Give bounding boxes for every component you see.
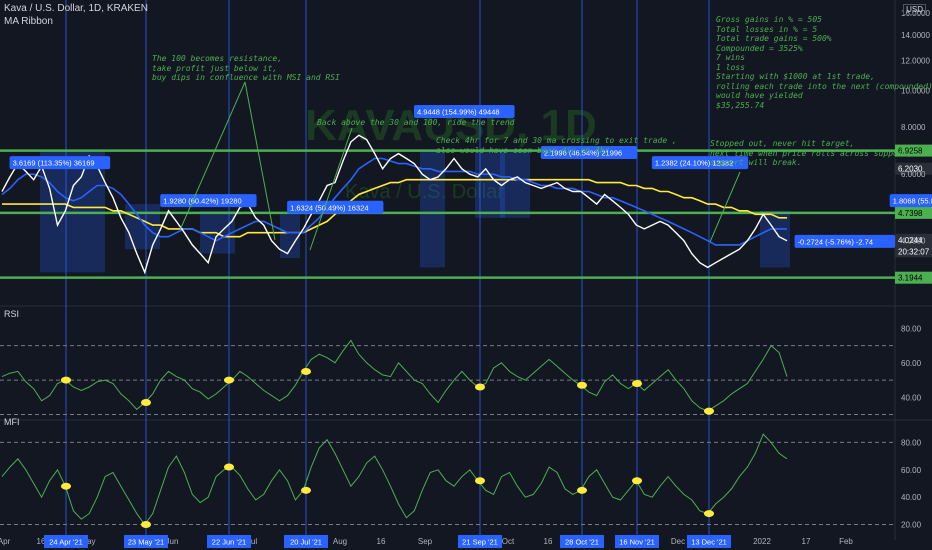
time-axis-tick: Sep (418, 537, 433, 546)
mfi-marker (224, 463, 234, 471)
trade-result-text: -0.2724 (-5.76%) -2.74 (798, 237, 873, 246)
rsi-marker (141, 398, 151, 406)
rsi-axis-tick: 60.00 (901, 359, 922, 368)
note-back-above: Back above the 30 and 100, ride the tren… (317, 118, 515, 127)
price-axis-tick: 8.0000 (901, 123, 926, 132)
time-axis-tick: Oct (502, 537, 515, 546)
date-badge-label: 24 Apr '21 (49, 538, 83, 547)
date-badge-label: 23 May '21 (128, 538, 164, 547)
rsi-marker (632, 380, 642, 388)
level-price-label: 3.1944 (898, 274, 923, 283)
rsi-title: RSI (4, 309, 19, 319)
indicator-label[interactable]: MA Ribbon (4, 16, 53, 27)
rsi-axis-tick: 40.00 (901, 393, 922, 402)
time-axis-tick: 16 (377, 537, 386, 546)
price-line (1, 134, 788, 275)
time-axis-tick: 2022 (753, 537, 771, 546)
rsi-marker (704, 407, 714, 415)
trade-zone (125, 204, 160, 250)
mfi-axis-tick: 80.00 (901, 438, 922, 447)
mfi-marker (61, 482, 71, 490)
mfi-axis-tick: 60.00 (901, 466, 922, 475)
note-stopped-out: Stopped out, never hit target, next time… (710, 139, 913, 167)
time-axis-tick: Aug (333, 537, 347, 546)
annotation-arrow (244, 81, 276, 241)
time-axis-tick: Apr (0, 537, 11, 546)
mfi-marker (301, 486, 311, 494)
symbol-title: Kava / U.S. Dollar, 1D, KRAKEN (4, 3, 148, 14)
mfi-marker (632, 477, 642, 485)
time-axis-tick: Feb (839, 537, 853, 546)
rsi-marker (475, 383, 485, 391)
trade-zone (500, 151, 530, 218)
mfi-marker (141, 521, 151, 529)
mfi-marker (577, 486, 587, 494)
price-axis-tick: 4.0000 (901, 237, 926, 246)
price-axis-tick: 6.0000 (901, 170, 926, 179)
mfi-axis-tick: 40.00 (901, 493, 922, 502)
currency-badge[interactable]: USD (903, 4, 926, 15)
mfi-marker (704, 510, 714, 518)
price-tag-label: 20:32:07 (898, 247, 930, 256)
rsi-marker (61, 376, 71, 384)
rsi-axis-tick: 80.00 (901, 324, 922, 333)
trade-result-text: 3.6169 (113.35%) 36169 (13, 159, 95, 168)
date-badge-label: 13 Dec '21 (691, 538, 727, 547)
note-resistance: The 100 becomes resistance, take profit … (152, 54, 340, 82)
mfi-line (1, 433, 788, 526)
trade-result-text: 1.9280 (60.42%) 19280 (163, 197, 241, 206)
date-badge-label: 22 Jun '21 (212, 538, 246, 547)
rsi-line (1, 339, 788, 412)
time-axis-tick: 17 (802, 537, 811, 546)
date-badge-label: 16 Nov '21 (619, 538, 655, 547)
mfi-axis-tick: 20.00 (901, 521, 922, 530)
level-price-label: 4.7398 (898, 209, 923, 218)
annotation-arrow (179, 81, 246, 231)
trade-result-text: 1.8068 (55.87%) 18068 (893, 197, 932, 206)
mfi-title: MFI (4, 417, 20, 427)
trade-result-text: 4.9448 (154.99%) 49448 (417, 108, 500, 117)
time-axis-tick: Dec (671, 537, 685, 546)
time-axis-tick: 16 (544, 537, 553, 546)
rsi-marker (577, 381, 587, 389)
rsi-marker (301, 367, 311, 375)
note-summary: Gross gains in % = 505 Total losses in %… (716, 15, 932, 110)
date-badge-label: 21 Sep '21 (462, 538, 498, 547)
trade-result-text: 1.6324 (50.49%) 16324 (290, 203, 368, 212)
date-badge-label: 28 Oct '21 (565, 538, 599, 547)
note-check-4hr: Check 4hr for 7 and 30 ma crossing to ex… (436, 136, 677, 155)
date-badge-label: 20 Jul '21 (290, 538, 322, 547)
trade-zone (760, 210, 790, 268)
mfi-marker (475, 477, 485, 485)
rsi-marker (224, 376, 234, 384)
annotation-arrow (709, 171, 741, 243)
